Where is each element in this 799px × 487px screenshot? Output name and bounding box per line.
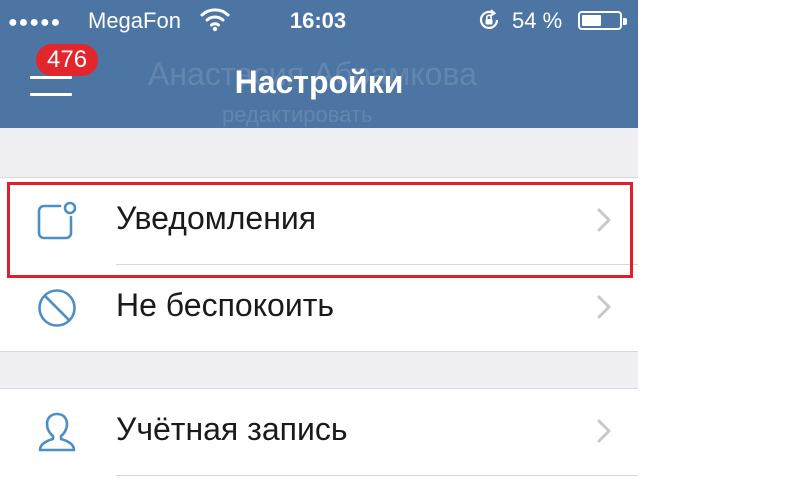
rotation-lock-icon — [477, 8, 501, 38]
nav-header: ●●●●● MegaFon 16:03 54 % Анастасия Абрам… — [0, 0, 638, 128]
section-gap — [0, 128, 638, 178]
settings-item-notifications[interactable]: Уведомления — [0, 178, 638, 264]
battery-tip — [623, 18, 627, 25]
page-title: Настройки — [234, 64, 404, 100]
settings-screen: ●●●●● MegaFon 16:03 54 % Анастасия Абрам… — [0, 0, 638, 487]
wifi-icon — [200, 6, 230, 38]
status-time: 16:03 — [289, 8, 347, 33]
settings-item-label: Учётная запись — [116, 411, 348, 447]
battery-level-fill — [582, 15, 601, 26]
section-gap — [0, 352, 638, 388]
chevron-right-icon — [596, 418, 612, 444]
settings-item-do-not-disturb[interactable]: Не беспокоить — [0, 265, 638, 351]
battery-icon — [578, 11, 627, 30]
chevron-right-icon — [596, 294, 612, 320]
carrier-name: MegaFon — [88, 8, 181, 33]
chevron-right-icon — [596, 207, 612, 233]
profile-edit-ghost: редактировать — [222, 102, 373, 127]
battery-percent: 54 % — [512, 8, 563, 33]
do-not-disturb-icon — [36, 287, 78, 329]
settings-item-next[interactable] — [0, 476, 638, 487]
account-icon — [36, 411, 78, 453]
signal-strength-icon: ●●●●● — [8, 14, 62, 31]
settings-item-account[interactable]: Учётная запись — [0, 389, 638, 475]
notifications-icon — [36, 200, 78, 242]
settings-item-label: Не беспокоить — [116, 287, 335, 323]
settings-item-label: Уведомления — [116, 200, 317, 236]
